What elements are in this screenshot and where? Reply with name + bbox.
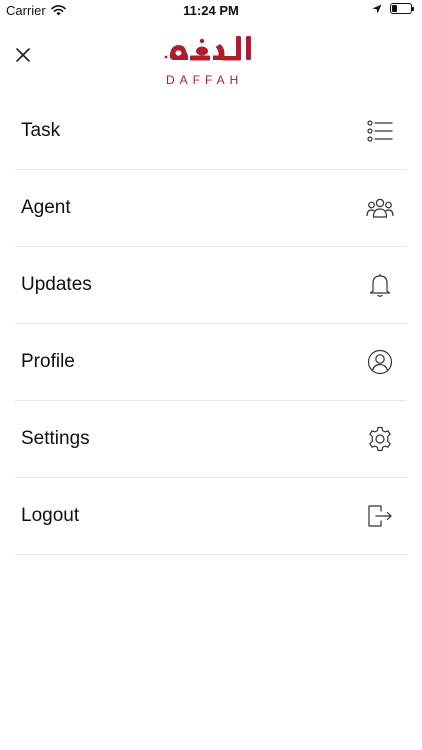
- menu-item-label: Agent: [21, 197, 71, 218]
- menu-item-task[interactable]: Task: [15, 93, 407, 170]
- menu-item-settings[interactable]: Settings: [15, 401, 407, 478]
- close-icon[interactable]: [12, 44, 34, 66]
- battery-level: [392, 5, 397, 12]
- status-time: 11:24 PM: [183, 3, 239, 18]
- menu-item-label: Settings: [21, 428, 90, 449]
- menu-item-updates[interactable]: Updates: [15, 247, 407, 324]
- menu-item-profile[interactable]: Profile: [15, 324, 407, 401]
- menu-item-label: Updates: [21, 274, 92, 295]
- menu-item-agent[interactable]: Agent: [15, 170, 407, 247]
- menu-item-logout[interactable]: Logout: [15, 478, 407, 555]
- status-bar: Carrier 11:24 PM: [0, 0, 422, 22]
- menu-item-label: Task: [21, 120, 61, 141]
- status-right: [372, 3, 414, 14]
- list-icon: [366, 117, 394, 145]
- nav-header: DAFFAH: [0, 22, 422, 90]
- menu-item-label: Profile: [21, 351, 75, 372]
- menu-item-label: Logout: [21, 505, 80, 526]
- logout-icon: [366, 502, 394, 530]
- group-icon: [366, 194, 394, 222]
- daffah-logo: DAFFAH: [160, 30, 260, 87]
- location-arrow-icon: [372, 4, 382, 13]
- logo-latin-text: DAFFAH: [166, 73, 244, 87]
- battery-icon: [390, 3, 414, 14]
- gear-icon: [366, 425, 394, 453]
- bell-icon: [366, 271, 394, 299]
- menu-list: Task Agent Updates Profile Settings Logo…: [15, 93, 407, 555]
- user-circle-icon: [366, 348, 394, 376]
- logo-arabic-mark: [164, 36, 251, 61]
